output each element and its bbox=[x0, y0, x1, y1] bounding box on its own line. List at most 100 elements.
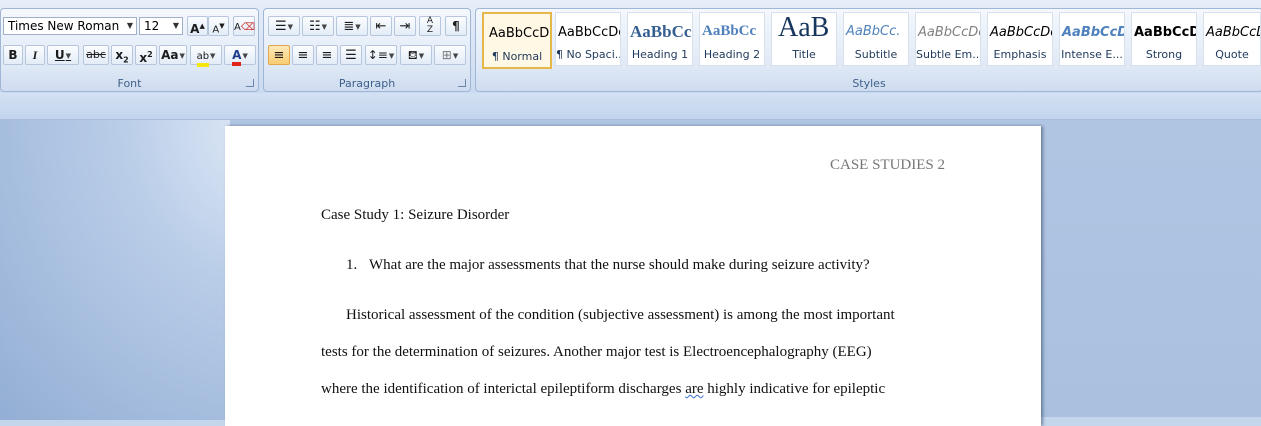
style-name: Heading 1 bbox=[631, 48, 689, 61]
bullet-list-icon: ☰ bbox=[274, 19, 287, 34]
highlighter-icon: ab bbox=[196, 51, 210, 67]
chevron-down-icon[interactable]: ▼ bbox=[173, 18, 179, 34]
font-group: Times New Roman ▼ 12 ▼ A▲ A▼ A⌫ B I U▼ a… bbox=[0, 8, 259, 92]
question-number: 1. bbox=[346, 257, 358, 273]
paragraph-line: where the identification of interictal e… bbox=[321, 381, 885, 398]
underline-icon: U bbox=[54, 48, 65, 62]
style-name: Subtle Em... bbox=[916, 48, 980, 61]
font-name-combo[interactable]: Times New Roman ▼ bbox=[3, 17, 137, 35]
style-subtitle[interactable]: AaBbCc. Subtitle bbox=[843, 12, 909, 66]
align-left-icon: ≡ bbox=[273, 48, 285, 63]
shrink-font-button[interactable]: A▼ bbox=[208, 16, 229, 36]
font-color-icon: A bbox=[232, 49, 242, 66]
style-heading-2[interactable]: AaBbCc Heading 2 bbox=[699, 12, 765, 66]
align-right-icon: ≡ bbox=[321, 48, 333, 63]
align-right-button[interactable]: ≡ bbox=[316, 45, 338, 65]
style-name: ¶ No Spaci... bbox=[556, 48, 620, 61]
styles-gallery: AaBbCcDc ¶ Normal AaBbCcDc ¶ No Spaci...… bbox=[479, 12, 1261, 69]
sort-button[interactable]: AZ bbox=[419, 16, 441, 36]
superscript-icon: x bbox=[139, 51, 148, 65]
style-sample: AaBbCc bbox=[630, 22, 692, 41]
style-sample: AaBbCc bbox=[702, 23, 757, 39]
style-title[interactable]: AaB Title bbox=[771, 12, 837, 66]
align-left-button[interactable]: ≡ bbox=[268, 45, 290, 65]
paint-bucket-icon: ⛾ bbox=[407, 48, 418, 62]
borders-button[interactable]: ⊞▼ bbox=[434, 45, 466, 65]
change-case-button[interactable]: Aa▼ bbox=[159, 45, 187, 65]
line-spacing-button[interactable]: ↕≡▼ bbox=[365, 45, 397, 65]
font-color-button[interactable]: A▼ bbox=[224, 45, 256, 66]
clear-formatting-button[interactable]: A⌫ bbox=[233, 16, 255, 36]
style-sample: AaB bbox=[778, 12, 830, 43]
style-sample: AaBbCcDc bbox=[1134, 25, 1196, 40]
grow-font-button[interactable]: A▲ bbox=[187, 16, 208, 36]
underline-button[interactable]: U▼ bbox=[47, 45, 79, 65]
eraser-icon: A⌫ bbox=[234, 22, 255, 33]
strikethrough-icon: abc bbox=[86, 48, 106, 61]
paragraph-text: where the identification of interictal e… bbox=[321, 381, 686, 397]
dialog-launcher-icon[interactable] bbox=[458, 79, 466, 87]
style-quote[interactable]: AaBbCcDc Quote bbox=[1203, 12, 1261, 66]
strikethrough-button[interactable]: abc bbox=[83, 45, 109, 65]
italic-icon: I bbox=[32, 48, 38, 62]
grammar-flag-word[interactable]: are bbox=[685, 381, 703, 397]
line-spacing-icon: ↕≡ bbox=[367, 48, 388, 62]
bold-icon: B bbox=[8, 48, 18, 62]
style-strong[interactable]: AaBbCcDc Strong bbox=[1131, 12, 1197, 66]
style-subtle-emphasis[interactable]: AaBbCcDc Subtle Em... bbox=[915, 12, 981, 66]
styles-group-label: Styles bbox=[852, 77, 886, 90]
paragraph-text: highly indicative for epileptic bbox=[703, 381, 886, 397]
shading-button[interactable]: ⛾▼ bbox=[400, 45, 432, 65]
align-center-button[interactable]: ≡ bbox=[292, 45, 314, 65]
case-study-heading: Case Study 1: Seizure Disorder bbox=[321, 207, 510, 223]
show-formatting-button[interactable]: ¶ bbox=[445, 16, 467, 36]
style-intense-emphasis[interactable]: AaBbCcDc Intense E... bbox=[1059, 12, 1125, 66]
sort-az-icon: AZ bbox=[426, 16, 434, 35]
multilevel-list-button[interactable]: ≣▼ bbox=[336, 16, 368, 36]
style-heading-1[interactable]: AaBbCc Heading 1 bbox=[627, 12, 693, 66]
decrease-indent-button[interactable]: ⇤ bbox=[370, 16, 392, 36]
highlight-button[interactable]: ab▼ bbox=[190, 45, 222, 67]
chevron-down-icon[interactable]: ▼ bbox=[127, 18, 133, 34]
style-name: Title bbox=[792, 48, 816, 61]
style-normal[interactable]: AaBbCcDc ¶ Normal bbox=[482, 12, 552, 69]
style-name: Emphasis bbox=[993, 48, 1047, 61]
style-sample: AaBbCcDc bbox=[1062, 25, 1124, 40]
justify-button[interactable]: ☰ bbox=[340, 45, 362, 65]
style-no-spacing[interactable]: AaBbCcDc ¶ No Spaci... bbox=[555, 12, 621, 66]
question-text: What are the major assessments that the … bbox=[369, 257, 870, 273]
ribbon: Times New Roman ▼ 12 ▼ A▲ A▼ A⌫ B I U▼ a… bbox=[0, 0, 1261, 93]
borders-icon: ⊞ bbox=[441, 48, 452, 62]
multilevel-list-icon: ≣ bbox=[343, 19, 355, 34]
paragraph-line: Historical assessment of the condition (… bbox=[346, 307, 895, 323]
decrease-indent-icon: ⇤ bbox=[375, 19, 387, 34]
page-header: CASE STUDIES 2 bbox=[829, 157, 945, 173]
document-page[interactable]: CASE STUDIES 2 Case Study 1: Seizure Dis… bbox=[225, 126, 1041, 426]
style-name: Intense E... bbox=[1061, 48, 1123, 61]
style-sample: AaBbCcDc bbox=[1206, 25, 1260, 40]
font-group-label: Font bbox=[117, 77, 142, 90]
style-name: ¶ Normal bbox=[491, 50, 543, 63]
pilcrow-icon: ¶ bbox=[452, 19, 460, 33]
bullets-button[interactable]: ☰▼ bbox=[268, 16, 300, 36]
align-center-icon: ≡ bbox=[297, 48, 309, 63]
style-sample: AaBbCcDc bbox=[990, 25, 1053, 40]
superscript-button[interactable]: x2 bbox=[135, 45, 157, 65]
bold-button[interactable]: B bbox=[3, 45, 23, 65]
numbering-button[interactable]: ☷▼ bbox=[302, 16, 334, 36]
background-decoration bbox=[0, 120, 230, 420]
subscript-button[interactable]: x2 bbox=[111, 45, 133, 65]
style-name: Subtitle bbox=[854, 48, 898, 61]
subscript-icon: x bbox=[115, 48, 124, 62]
style-emphasis[interactable]: AaBbCcDc Emphasis bbox=[987, 12, 1053, 66]
style-sample: AaBbCc. bbox=[846, 24, 901, 39]
style-sample: AaBbCcDc bbox=[489, 26, 552, 41]
dialog-launcher-icon[interactable] bbox=[246, 79, 254, 87]
paragraph-group: ☰▼ ☷▼ ≣▼ ⇤ ⇥ AZ ¶ ≡ ≡ ≡ ☰ ↕≡▼ ⛾▼ ⊞▼ Para… bbox=[263, 8, 471, 92]
font-size-value: 12 bbox=[144, 19, 160, 33]
italic-button[interactable]: I bbox=[25, 45, 45, 65]
increase-indent-icon: ⇥ bbox=[399, 19, 411, 34]
style-sample: AaBbCcDc bbox=[918, 25, 981, 40]
font-size-combo[interactable]: 12 ▼ bbox=[139, 17, 183, 35]
increase-indent-button[interactable]: ⇥ bbox=[394, 16, 416, 36]
